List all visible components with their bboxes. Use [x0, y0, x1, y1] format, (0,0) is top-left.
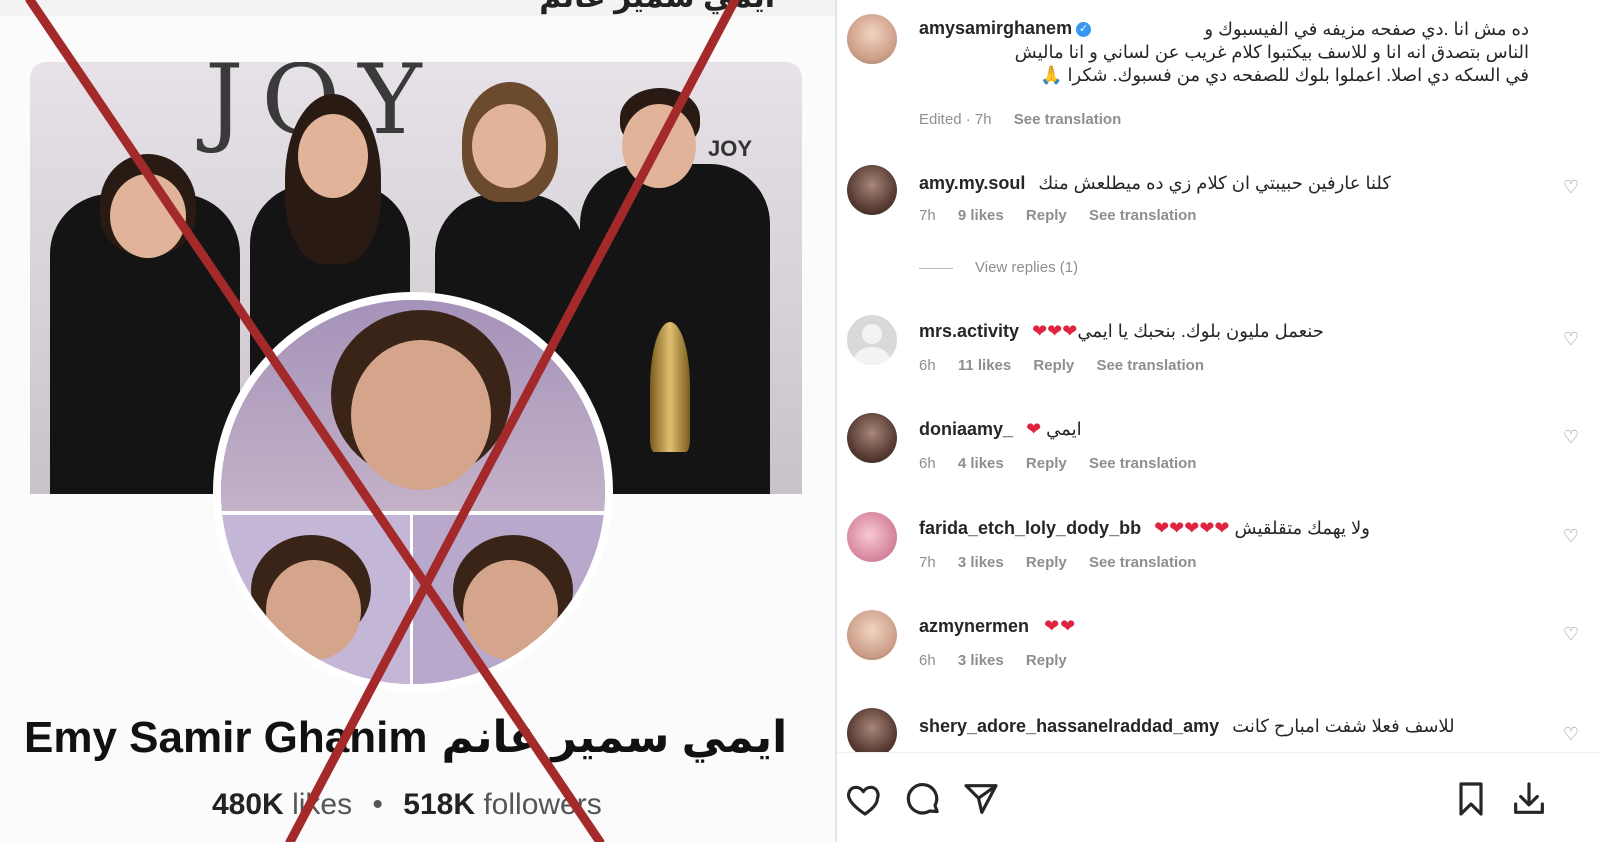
likes-count: 480K	[212, 788, 284, 821]
see-translation-link[interactable]: See translation	[1089, 455, 1197, 472]
heart-outline-icon[interactable]	[845, 779, 885, 819]
comment-likes[interactable]: 4 likes	[958, 455, 1004, 472]
comment-likes[interactable]: 3 likes	[958, 554, 1004, 571]
see-translation-link[interactable]: See translation	[1014, 111, 1122, 128]
avatar[interactable]	[847, 315, 897, 365]
caption-line: في السكه دي اصلا. اعملوا بلوك للصفحه دي …	[1040, 65, 1529, 85]
comment-likes[interactable]: 9 likes	[958, 207, 1004, 224]
red-heart-emoji: ❤	[1026, 419, 1042, 439]
heart-outline-icon[interactable]: ♡	[1562, 527, 1580, 545]
person-figure	[50, 114, 240, 494]
comment-username[interactable]: doniaamy_	[919, 419, 1013, 439]
avatar[interactable]	[847, 610, 897, 660]
comment-message: ولا يهمك متقلقيش	[1234, 518, 1370, 538]
instagram-comments-panel: amysamirghanem ✓ ده مش انا .دي صفحه مزيفه…	[837, 0, 1600, 842]
red-heart-emoji: ❤❤❤❤❤	[1154, 518, 1230, 538]
fake-page-screenshot: ايمي سمير غانم JOY JOY	[0, 0, 835, 842]
see-translation-link[interactable]: See translation	[1089, 207, 1197, 224]
post-caption: amysamirghanem ✓ ده مش انا .دي صفحه مزيفه…	[837, 0, 1600, 140]
replies-dash	[919, 267, 953, 269]
avatar[interactable]	[847, 708, 897, 752]
comment-item: farida_etch_loly_dody_bb ولا يهمك متقلقي…	[837, 512, 1600, 592]
reply-link[interactable]: Reply	[1026, 455, 1067, 472]
comment-message: ايمي	[1046, 419, 1082, 439]
caption-text: ده مش انا .دي صفحه مزيفه في الفيسبوك و ا…	[919, 18, 1529, 87]
comment-username[interactable]: azmynermen	[919, 616, 1029, 636]
view-replies-link[interactable]: View replies (1)	[919, 259, 1078, 276]
comment-username[interactable]: shery_adore_hassanelraddad_amy	[919, 716, 1219, 736]
avatar[interactable]	[847, 512, 897, 562]
comment-item: mrs.activity حنعمل مليون بلوك. بنحبك يا …	[837, 315, 1600, 395]
avatar[interactable]	[847, 413, 897, 463]
page-title: Emy Samir Ghanim ايمي سمير غانم	[24, 712, 824, 763]
comment-username[interactable]: farida_etch_loly_dody_bb	[919, 518, 1141, 538]
heart-outline-icon[interactable]: ♡	[1562, 725, 1580, 743]
see-translation-link[interactable]: See translation	[1096, 357, 1204, 374]
comment-text: كلنا عارفين حبيبتي ان كلام زي ده ميطلعش …	[1038, 173, 1391, 193]
comment-message: حنعمل مليون بلوك. بنحبك يا ايمي	[1077, 321, 1324, 341]
comment-likes[interactable]: 11 likes	[958, 357, 1011, 374]
caption-line: الناس بتصدق انه انا و للاسف بيكتبوا كلام…	[1014, 42, 1529, 62]
caption-meta: Edited · 7h See translation	[919, 111, 1139, 128]
reply-link[interactable]: Reply	[1026, 652, 1067, 669]
comment-item: shery_adore_hassanelraddad_amy للاسف فعل…	[837, 708, 1600, 752]
view-replies-label: View replies (1)	[975, 259, 1079, 276]
cut-off-header: ايمي سمير غانم	[0, 0, 835, 16]
comment-text: ولا يهمك متقلقيش ❤❤❤❤❤	[1154, 518, 1370, 538]
comment-time: 6h	[919, 357, 936, 374]
stats-separator: •	[372, 788, 383, 821]
see-translation-link[interactable]: See translation	[1089, 554, 1197, 571]
profile-picture	[213, 292, 613, 692]
bookmark-icon[interactable]	[1451, 779, 1491, 819]
comment-time: 7h	[919, 207, 936, 224]
heart-outline-icon[interactable]: ♡	[1562, 428, 1580, 446]
reply-link[interactable]: Reply	[1026, 554, 1067, 571]
comment-time: 6h	[919, 652, 936, 669]
comment-time: 7h	[919, 554, 936, 571]
comment-text: للاسف فعلا شفت امبارح كانت	[1232, 716, 1455, 736]
avatar[interactable]	[847, 165, 897, 215]
comment-username[interactable]: mrs.activity	[919, 321, 1019, 341]
reply-link[interactable]: Reply	[1033, 357, 1074, 374]
comment-item: doniaamy_ ايمي ❤ ♡ 6h 4 likes Reply See …	[837, 413, 1600, 493]
page-title-latin: Emy Samir Ghanim	[24, 713, 428, 762]
followers-label: followers	[483, 788, 602, 821]
comment-username[interactable]: amy.my.soul	[919, 173, 1025, 193]
avatar[interactable]	[847, 14, 897, 64]
page-stats: 480K likes • 518K followers	[212, 788, 602, 822]
download-icon[interactable]	[1509, 779, 1549, 819]
heart-outline-icon[interactable]: ♡	[1562, 330, 1580, 348]
red-heart-emoji: ❤❤	[1044, 616, 1077, 636]
comment-text: ايمي ❤	[1026, 419, 1082, 439]
comment-time: 6h	[919, 455, 936, 472]
comment-item: amy.my.soul كلنا عارفين حبيبتي ان كلام ز…	[837, 165, 1600, 285]
comment-text: حنعمل مليون بلوك. بنحبك يا ايمي❤❤❤	[1032, 321, 1324, 341]
caption-line: ده مش انا .دي صفحه مزيفه في الفيسبوك و	[1204, 19, 1529, 39]
reply-link[interactable]: Reply	[1026, 207, 1067, 224]
cut-off-header-text: ايمي سمير غانم	[539, 0, 775, 15]
comment-likes[interactable]: 3 likes	[958, 652, 1004, 669]
heart-outline-icon[interactable]: ♡	[1562, 625, 1580, 643]
heart-outline-icon[interactable]: ♡	[1562, 178, 1580, 196]
post-action-bar	[837, 752, 1600, 842]
trophy	[650, 322, 690, 452]
likes-label: likes	[292, 788, 353, 821]
red-heart-emoji: ❤❤❤	[1032, 321, 1078, 341]
comment-item: azmynermen ❤❤ ♡ 6h 3 likes Reply	[837, 610, 1600, 690]
edited-time: Edited · 7h	[919, 111, 992, 128]
page-title-arabic: ايمي سمير غانم	[441, 713, 788, 762]
followers-count: 518K	[403, 788, 475, 821]
paper-plane-icon[interactable]	[961, 779, 1001, 819]
comment-bubble-icon[interactable]	[903, 779, 943, 819]
